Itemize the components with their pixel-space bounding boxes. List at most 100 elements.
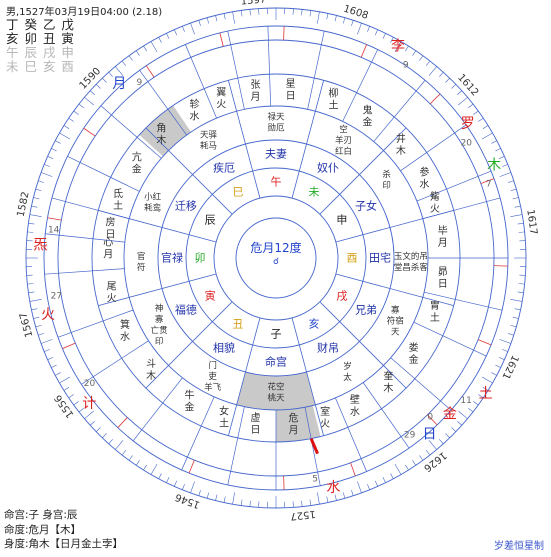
mansion-label-top: 轸 [190, 98, 200, 111]
degree-tick [232, 11, 235, 24]
degree-tick [40, 172, 53, 177]
degree-tick [309, 10, 312, 17]
credit-link[interactable]: 岁差恒星制 [494, 537, 544, 552]
year-label: 1612 [455, 72, 480, 98]
mansion-label-top: 柳 [328, 87, 338, 100]
mansion-label-top: 房 [106, 215, 116, 228]
spirit-label: 杀 [382, 169, 391, 180]
degree-tick [249, 9, 251, 16]
degree-tick [518, 283, 525, 285]
degree-tick [491, 372, 497, 376]
degree-tick [44, 349, 50, 352]
degree-tick [29, 299, 42, 302]
palace-label: 田宅 [369, 251, 391, 265]
mansion-label-bottom: 火 [320, 418, 330, 430]
degree-tick [512, 197, 519, 200]
spirit-label: 花空 [267, 382, 284, 393]
footer-ming-du: 命度:危月【木】 [4, 523, 82, 536]
planet-label: 罗 [461, 116, 475, 132]
mansion-label-bottom: 日 [106, 229, 116, 240]
degree-tick [499, 172, 512, 177]
year-label: 1597 [240, 0, 266, 8]
degree-tick [468, 103, 474, 109]
degree-tick [33, 316, 40, 319]
degree-tick [482, 125, 489, 129]
branch-label: 卯 [195, 252, 206, 265]
mansion-label-top: 觜 [430, 190, 440, 203]
mansion-label-top: 井 [396, 132, 406, 145]
degree-tick [90, 421, 95, 426]
spirit-label: 玉文的吊 [394, 251, 428, 262]
degree-tick [507, 180, 514, 183]
mansion-label-bottom: 日 [286, 91, 296, 102]
pillar-row-hidden-2: 未 巳 亥 酉 [6, 59, 75, 74]
degree-tick [510, 324, 517, 328]
degree-tick [63, 387, 70, 391]
center-degree: 危月12度 [250, 240, 301, 255]
spirit-label: 符 [137, 262, 146, 273]
spirit-label: 寡 [391, 304, 400, 315]
degree-tick [412, 460, 417, 466]
degree-tick [190, 481, 195, 494]
mansion-label-top: 参 [419, 166, 429, 179]
degree-tick [223, 13, 226, 20]
year-label: 1590 [78, 66, 104, 92]
mansion-label-top: 氐 [113, 188, 123, 200]
spirit-label: 门 [208, 360, 217, 371]
branch-label: 酉 [347, 252, 358, 265]
planet-label: 水 [326, 480, 340, 496]
mansion-label-top: 鬼 [362, 104, 372, 117]
planet-degree: 9 [403, 61, 409, 71]
degree-tick [40, 339, 53, 344]
degree-tick [240, 499, 243, 506]
degree-tick [367, 484, 370, 490]
mansion-label-bottom: 木 [146, 370, 156, 382]
mansion-label-top: 尾 [107, 280, 117, 292]
degree-tick [481, 376, 493, 384]
footer-shen-du: 身度:角木【日月金土孛】 [4, 538, 124, 550]
palace-label: 兄弟 [355, 304, 377, 317]
planet-label: 金 [443, 407, 457, 423]
degree-tick [481, 132, 493, 140]
band-marker [219, 32, 224, 47]
degree-tick [317, 492, 320, 505]
degree-tick [38, 180, 45, 183]
spirit-label: 羊飞 [204, 382, 222, 393]
degree-tick [29, 214, 42, 217]
planet-degree: 14 [48, 226, 60, 236]
degree-tick [468, 407, 474, 413]
planet-label: 月 [112, 76, 126, 92]
palace-label: 财帛 [317, 341, 339, 355]
mansion-divider [373, 80, 426, 142]
spirit-label: 神 [155, 303, 164, 314]
degree-tick [405, 464, 409, 471]
degree-tick [439, 72, 444, 77]
planet-label: 炁 [33, 238, 47, 254]
degree-tick [425, 60, 431, 66]
degree-tick [498, 356, 505, 360]
spirit-label: 红白 [335, 146, 352, 157]
degree-tick [166, 477, 170, 483]
mansion-label-bottom: 日 [251, 425, 261, 436]
chart-header-title: 男,1527年03月19日04:00 (2.18) [6, 7, 163, 18]
palace-label: 迁移 [175, 200, 197, 213]
degree-tick [84, 97, 94, 106]
spirit-label: 堂昌杀客 [394, 262, 429, 273]
degree-tick [510, 299, 523, 302]
degree-tick [478, 117, 484, 122]
degree-tick [412, 50, 417, 56]
degree-tick [182, 484, 185, 490]
year-label: 1608 [342, 3, 370, 21]
band-marker [477, 339, 492, 346]
degree-tick [59, 132, 71, 140]
mansion-label-bottom: 日 [438, 279, 448, 290]
degree-tick [28, 291, 35, 294]
degree-tick [31, 205, 38, 208]
palace-divider [98, 209, 217, 243]
degree-tick [31, 308, 38, 311]
degree-tick [55, 372, 61, 376]
spirit-label: 耗鸾 [144, 203, 161, 214]
degree-tick [309, 499, 312, 506]
degree-tick [27, 283, 34, 285]
degree-tick [517, 291, 524, 294]
